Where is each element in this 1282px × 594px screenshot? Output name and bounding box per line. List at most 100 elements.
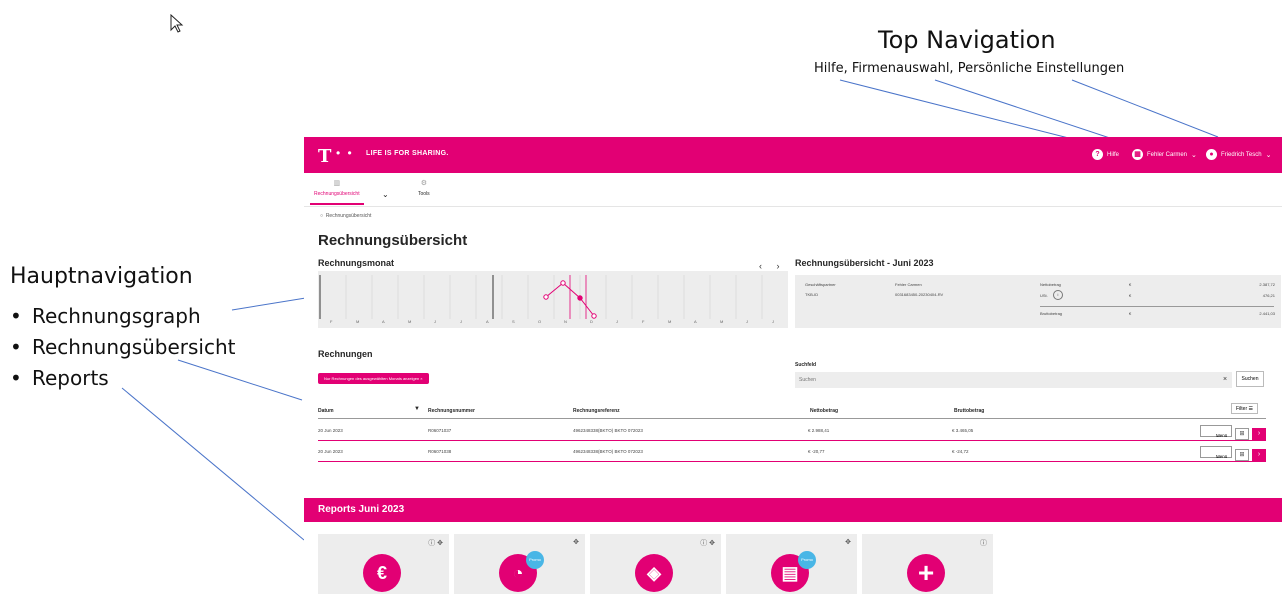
euro-invoice-icon: € xyxy=(363,554,401,592)
logo-dots: • • xyxy=(336,146,354,160)
add-report-tile[interactable]: ⓘ + xyxy=(862,534,993,594)
company-label: Fehler Carmen xyxy=(1147,151,1188,158)
annotation-list-item: • Rechnungsübersicht xyxy=(10,334,236,359)
graph-month-label: M xyxy=(356,319,360,324)
row-menu-button[interactable]: Menü ⌄ xyxy=(1200,425,1232,438)
info-move-icon[interactable]: ⓘ ✥ xyxy=(428,538,443,548)
graph-month-label: O xyxy=(538,319,542,324)
top-navigation-bar: T • • LIFE IS FOR SHARING. ? Hilfe ▦ Feh… xyxy=(304,137,1282,173)
graph-month-label: F xyxy=(330,319,333,324)
graph-month-label: J xyxy=(434,319,436,324)
box-icon: ◈ xyxy=(635,554,673,592)
company-selector[interactable]: ▦ Fehler Carmen ⌄ xyxy=(1132,149,1197,160)
gross-label: Bruttobetrag xyxy=(1040,311,1063,316)
vat-value: 476,21 xyxy=(1262,293,1275,298)
info-icon[interactable]: i xyxy=(1053,290,1063,300)
main-navigation: ▥ Rechnungsübersicht ⌄ ⚙ Tools xyxy=(304,173,1282,207)
net-value: 2.387,72 xyxy=(1259,282,1275,287)
graph-month-label: A xyxy=(486,319,489,324)
chevron-down-icon[interactable]: ⌄ xyxy=(382,190,389,199)
column-nettobetrag[interactable]: Nettobetrag xyxy=(810,408,838,414)
org-chart-icon[interactable]: ⊞ xyxy=(1235,449,1249,461)
table-row[interactable]: 20 Jun 2023 R06071037 4962348338(BKTO) B… xyxy=(318,421,1266,441)
reports-header: Reports Juni 2023 xyxy=(304,498,1282,522)
help-link[interactable]: ? Hilfe xyxy=(1092,149,1119,160)
tab-rechnungsuebersicht[interactable]: ▥ Rechnungsübersicht xyxy=(310,179,364,205)
move-icon[interactable]: ✥ xyxy=(573,538,579,546)
graph-month-label: J xyxy=(616,319,618,324)
tab-tools[interactable]: ⚙ Tools xyxy=(418,179,430,197)
report-tile[interactable]: ✥ ◔ Promo xyxy=(454,534,585,594)
net-currency: € xyxy=(1129,282,1132,287)
row-reference: 4962348338(BKTO) BKTO 072023 xyxy=(573,428,643,433)
gross-value: 2.441,03 xyxy=(1259,311,1275,316)
invoices-title: Rechnungen xyxy=(318,349,373,359)
chevron-right-icon[interactable]: › xyxy=(1252,428,1266,440)
column-datum[interactable]: Datum xyxy=(318,408,334,414)
annotation-hauptnavigation: Hauptnavigation xyxy=(10,264,193,289)
search-button[interactable]: Suchen xyxy=(1236,371,1264,387)
row-gross: € 3.465,05 xyxy=(952,428,974,433)
close-icon[interactable]: × xyxy=(1223,376,1227,383)
telekom-logo[interactable]: T xyxy=(318,146,331,167)
promo-badge: Promo xyxy=(526,551,544,569)
report-tile[interactable]: ✥ ▤ Promo xyxy=(726,534,857,594)
help-icon: ? xyxy=(1092,149,1103,160)
month-filter-pill[interactable]: Nur Rechnungen des ausgewählten Monats a… xyxy=(318,373,429,384)
row-gross: € -24,72 xyxy=(952,449,969,454)
promo-badge: Promo xyxy=(798,551,816,569)
report-tile[interactable]: ⓘ ✥ € xyxy=(318,534,449,594)
summary-divider xyxy=(1040,306,1274,307)
info-move-icon[interactable]: ⓘ ✥ xyxy=(700,538,715,548)
graph-month-label: M xyxy=(668,319,672,324)
table-row[interactable]: 20 Jun 2023 R06071038 4962348338(BKTO) B… xyxy=(318,442,1266,462)
id-label: TKB-ID xyxy=(805,292,819,297)
slogan: LIFE IS FOR SHARING. xyxy=(366,150,449,157)
row-menu-button[interactable]: Menü ⌄ xyxy=(1200,446,1232,459)
row-net: € -20,77 xyxy=(808,449,825,454)
row-net: € 2.988,41 xyxy=(808,428,830,433)
graph-title: Rechnungsmonat xyxy=(318,258,395,268)
breadcrumb: ○ Rechnungsübersicht xyxy=(320,213,372,219)
row-number: R06071037 xyxy=(428,428,452,433)
column-rechnungsreferenz[interactable]: Rechnungsreferenz xyxy=(573,408,620,414)
graph-month-label: N xyxy=(564,319,567,324)
invoice-summary-panel: Geschäftspartner Fehler Carmen TKB-ID 00… xyxy=(795,275,1281,328)
graph-month-label: J xyxy=(460,319,462,324)
user-label: Friedrich Tesch xyxy=(1221,151,1262,158)
chevron-right-icon[interactable]: › xyxy=(1252,449,1266,461)
move-icon[interactable]: ✥ xyxy=(845,538,851,546)
filter-button[interactable]: Filter ☰ xyxy=(1231,403,1258,414)
search-input[interactable] xyxy=(795,372,1232,388)
page-title: Rechnungsübersicht xyxy=(318,232,468,249)
home-icon[interactable]: ○ xyxy=(320,213,323,219)
sort-down-icon[interactable]: ▼ xyxy=(414,406,420,412)
annotation-top-navigation-details: Hilfe, Firmenauswahl, Persönliche Einste… xyxy=(814,61,1125,76)
column-bruttobetrag[interactable]: Bruttobetrag xyxy=(954,408,984,414)
graph-month-label: F xyxy=(642,319,645,324)
invoice-graph[interactable]: FMAMJJASONDJFMAMJJ xyxy=(318,271,788,328)
column-rechnungsnummer[interactable]: Rechnungsnummer xyxy=(428,408,475,414)
gear-icon: ⚙ xyxy=(420,180,427,187)
annotation-top-navigation: Top Navigation xyxy=(878,26,1056,54)
vat-currency: € xyxy=(1129,293,1132,298)
user-settings[interactable]: ● Friedrich Tesch ⌄ xyxy=(1206,149,1271,160)
graph-month-label: A xyxy=(694,319,697,324)
row-reference: 4962348338(BKTO) BKTO 072023 xyxy=(573,449,643,454)
row-date: 20 Jun 2023 xyxy=(318,449,343,454)
chevron-down-icon: ⌄ xyxy=(1191,151,1197,159)
invoice-table-header: Datum ▼ Rechnungsnummer Rechnungsreferen… xyxy=(318,405,1266,419)
info-icon[interactable]: ⓘ xyxy=(980,538,987,548)
graph-month-arrows[interactable]: ‹ › xyxy=(759,261,786,271)
graph-month-label: J xyxy=(772,319,774,324)
org-chart-icon[interactable]: ⊞ xyxy=(1235,428,1249,440)
vat-label: USt. xyxy=(1040,293,1048,298)
partner-label: Geschäftspartner xyxy=(805,282,836,287)
filter-icon: ☰ xyxy=(1248,405,1253,412)
net-label: Nettobetrag xyxy=(1040,282,1061,287)
report-tile[interactable]: ⓘ ✥ ◈ xyxy=(590,534,721,594)
search-label: Suchfeld xyxy=(795,362,817,368)
annotation-haupt-list: • Rechnungsgraph • Rechnungsübersicht • Rep… xyxy=(10,300,236,393)
partner-value: Fehler Carmen xyxy=(895,282,922,287)
user-icon: ● xyxy=(1206,149,1217,160)
